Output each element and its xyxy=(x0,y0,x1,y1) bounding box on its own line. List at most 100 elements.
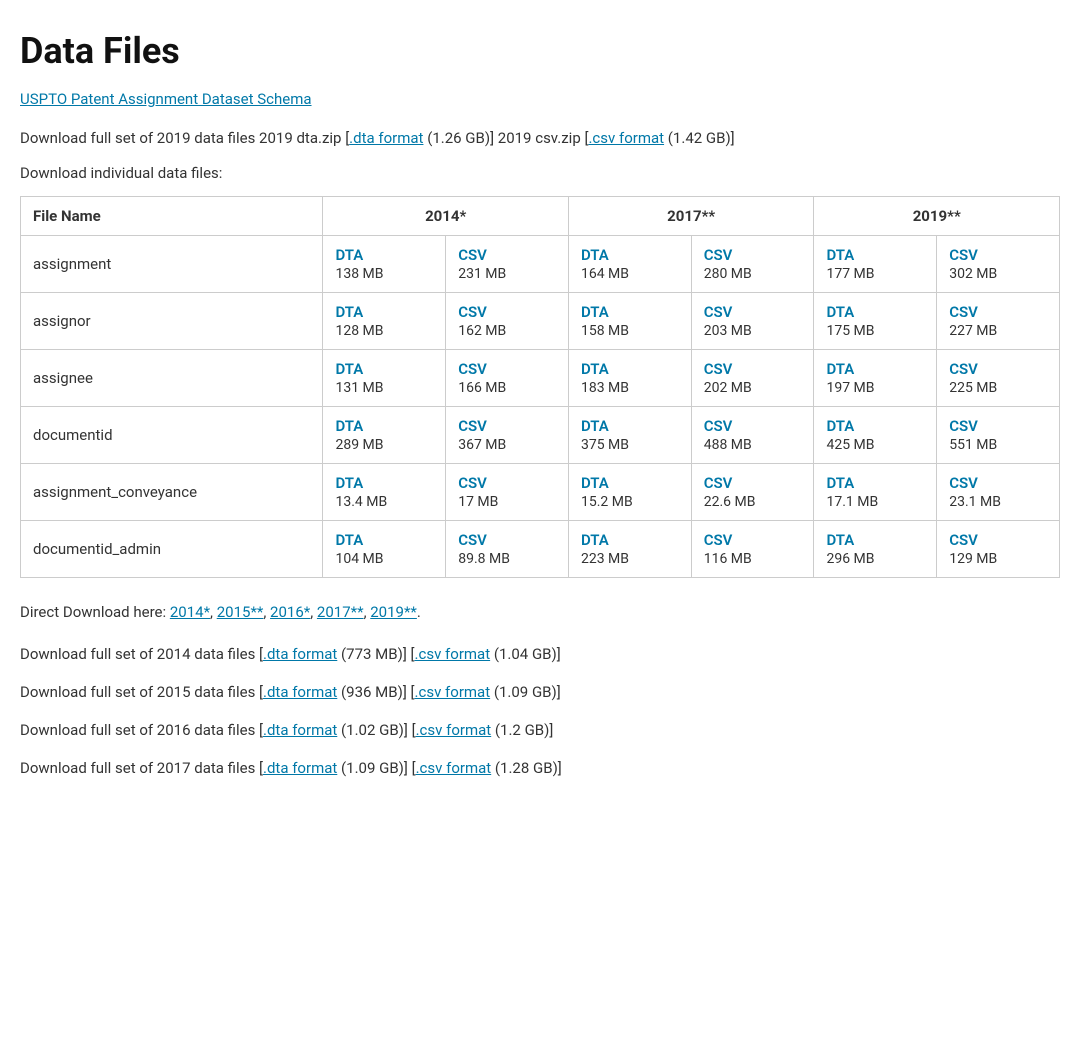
download-2019-prefix: Download full set of 2019 data files 201… xyxy=(20,129,349,147)
dta-cell-documentid-2017: DTA375 MB xyxy=(568,407,691,464)
dta-link[interactable]: DTA xyxy=(335,360,363,378)
file-name-cell: assignment_conveyance xyxy=(21,464,323,521)
csv-size: 367 MB xyxy=(458,437,506,453)
dta-size: 104 MB xyxy=(335,551,383,567)
csv-link[interactable]: CSV xyxy=(458,303,487,321)
dta-link[interactable]: DTA xyxy=(581,360,609,378)
table-row: assignmentDTA138 MBCSV231 MBDTA164 MBCSV… xyxy=(21,236,1060,293)
csv-link[interactable]: CSV xyxy=(949,531,978,549)
csv-size: 22.6 MB xyxy=(704,494,756,510)
direct-link-2019[interactable]: 2019** xyxy=(370,603,417,621)
csv-link[interactable]: CSV xyxy=(458,474,487,492)
dta-size: 289 MB xyxy=(335,437,383,453)
download-2019-line: Download full set of 2019 data files 201… xyxy=(20,126,1060,150)
table-row: documentid_adminDTA104 MBCSV89.8 MBDTA22… xyxy=(21,521,1060,578)
dta-size: 296 MB xyxy=(826,551,874,567)
file-name-cell: assignee xyxy=(21,350,323,407)
file-name-cell: documentid_admin xyxy=(21,521,323,578)
dta-cell-assignee-2017: DTA 183 MB xyxy=(568,350,691,407)
csv-link[interactable]: CSV xyxy=(458,246,487,264)
file-name-cell: assignor xyxy=(21,293,323,350)
csv-cell-assignment_conveyance-2014: CSV17 MB xyxy=(446,464,569,521)
bottom-csv-link[interactable]: .csv format xyxy=(415,645,491,663)
schema-link[interactable]: USPTO Patent Assignment Dataset Schema xyxy=(20,90,312,108)
dta-link[interactable]: DTA xyxy=(826,417,854,435)
dta-link[interactable]: DTA xyxy=(826,474,854,492)
download-2019-dta-size: (1.26 GB)] 2019 csv.zip [ xyxy=(427,129,588,147)
dta-link[interactable]: DTA xyxy=(335,303,363,321)
dta-size: 177 MB xyxy=(826,266,874,282)
csv-size: 202 MB xyxy=(704,380,752,396)
csv-link[interactable]: CSV xyxy=(458,531,487,549)
bottom-download-1: Download full set of 2015 data files [.d… xyxy=(20,680,1060,704)
bottom-download-2: Download full set of 2016 data files [.d… xyxy=(20,718,1060,742)
dta-link[interactable]: DTA xyxy=(335,246,363,264)
csv-link[interactable]: CSV xyxy=(704,474,733,492)
dta-size: 158 MB xyxy=(581,323,629,339)
dta-link[interactable]: DTA xyxy=(826,531,854,549)
dta-link[interactable]: DTA xyxy=(581,531,609,549)
bottom-dta-link[interactable]: .dta format xyxy=(263,645,337,663)
csv-cell-assignment_conveyance-2019: CSV 23.1 MB xyxy=(937,464,1060,521)
csv-cell-documentid-2019: CSV551 MB xyxy=(937,407,1060,464)
direct-link-2017[interactable]: 2017** xyxy=(317,603,364,621)
csv-format-link-2019[interactable]: .csv format xyxy=(588,129,664,147)
dta-format-link-2019[interactable]: .dta format xyxy=(349,129,423,147)
dta-link[interactable]: DTA xyxy=(581,417,609,435)
dta-link[interactable]: DTA xyxy=(826,303,854,321)
csv-link[interactable]: CSV xyxy=(704,360,733,378)
csv-link[interactable]: CSV xyxy=(704,531,733,549)
dta-link[interactable]: DTA xyxy=(335,417,363,435)
dta-size: 183 MB xyxy=(581,380,629,396)
direct-link-2015[interactable]: 2015** xyxy=(217,603,264,621)
dta-link[interactable]: DTA xyxy=(826,246,854,264)
dta-size: 17.1 MB xyxy=(826,494,878,510)
bottom-dta-link[interactable]: .dta format xyxy=(263,683,337,701)
dta-link[interactable]: DTA xyxy=(335,474,363,492)
csv-link[interactable]: CSV xyxy=(949,417,978,435)
csv-cell-documentid_admin-2019: CSV129 MB xyxy=(937,521,1060,578)
csv-link[interactable]: CSV xyxy=(704,246,733,264)
bottom-csv-link[interactable]: .csv format xyxy=(415,683,491,701)
csv-link[interactable]: CSV xyxy=(949,246,978,264)
bottom-dta-link[interactable]: .dta format xyxy=(263,759,337,777)
dta-link[interactable]: DTA xyxy=(581,303,609,321)
dta-cell-assignment-2017: DTA164 MB xyxy=(568,236,691,293)
csv-size: 23.1 MB xyxy=(949,494,1001,510)
csv-link[interactable]: CSV xyxy=(704,303,733,321)
csv-link[interactable]: CSV xyxy=(704,417,733,435)
dta-size: 425 MB xyxy=(826,437,874,453)
dta-link[interactable]: DTA xyxy=(581,246,609,264)
dta-cell-documentid-2019: DTA 425 MB xyxy=(814,407,937,464)
bottom-csv-link[interactable]: .csv format xyxy=(416,721,492,739)
dta-cell-assignee-2019: DTA197 MB xyxy=(814,350,937,407)
dta-link[interactable]: DTA xyxy=(581,474,609,492)
individual-label: Download individual data files: xyxy=(20,164,1060,182)
csv-size: 302 MB xyxy=(949,266,997,282)
bottom-csv-link[interactable]: .csv format xyxy=(416,759,492,777)
bottom-dta-link[interactable]: .dta format xyxy=(263,721,337,739)
dta-cell-assignment_conveyance-2017: DTA15.2 MB xyxy=(568,464,691,521)
dta-link[interactable]: DTA xyxy=(335,531,363,549)
csv-size: 116 MB xyxy=(704,551,752,567)
dta-size: 223 MB xyxy=(581,551,629,567)
csv-size: 225 MB xyxy=(949,380,997,396)
csv-link[interactable]: CSV xyxy=(949,474,978,492)
csv-link[interactable]: CSV xyxy=(949,303,978,321)
csv-size: 203 MB xyxy=(704,323,752,339)
col-header-2014: 2014* xyxy=(323,197,569,236)
csv-cell-assignee-2019: CSV 225 MB xyxy=(937,350,1060,407)
bottom-download-3: Download full set of 2017 data files [.d… xyxy=(20,756,1060,780)
table-row: documentidDTA289 MBCSV367 MBDTA375 MBCSV… xyxy=(21,407,1060,464)
dta-cell-assignee-2014: DTA131 MB xyxy=(323,350,446,407)
csv-cell-assignee-2017: CSV 202 MB xyxy=(691,350,814,407)
csv-link[interactable]: CSV xyxy=(458,417,487,435)
dta-link[interactable]: DTA xyxy=(826,360,854,378)
csv-link[interactable]: CSV xyxy=(949,360,978,378)
csv-size: 231 MB xyxy=(458,266,506,282)
dta-size: 138 MB xyxy=(335,266,383,282)
direct-link-2016[interactable]: 2016* xyxy=(270,603,310,621)
csv-cell-assignor-2019: CSV227 MB xyxy=(937,293,1060,350)
direct-link-2014[interactable]: 2014* xyxy=(170,603,210,621)
csv-link[interactable]: CSV xyxy=(458,360,487,378)
